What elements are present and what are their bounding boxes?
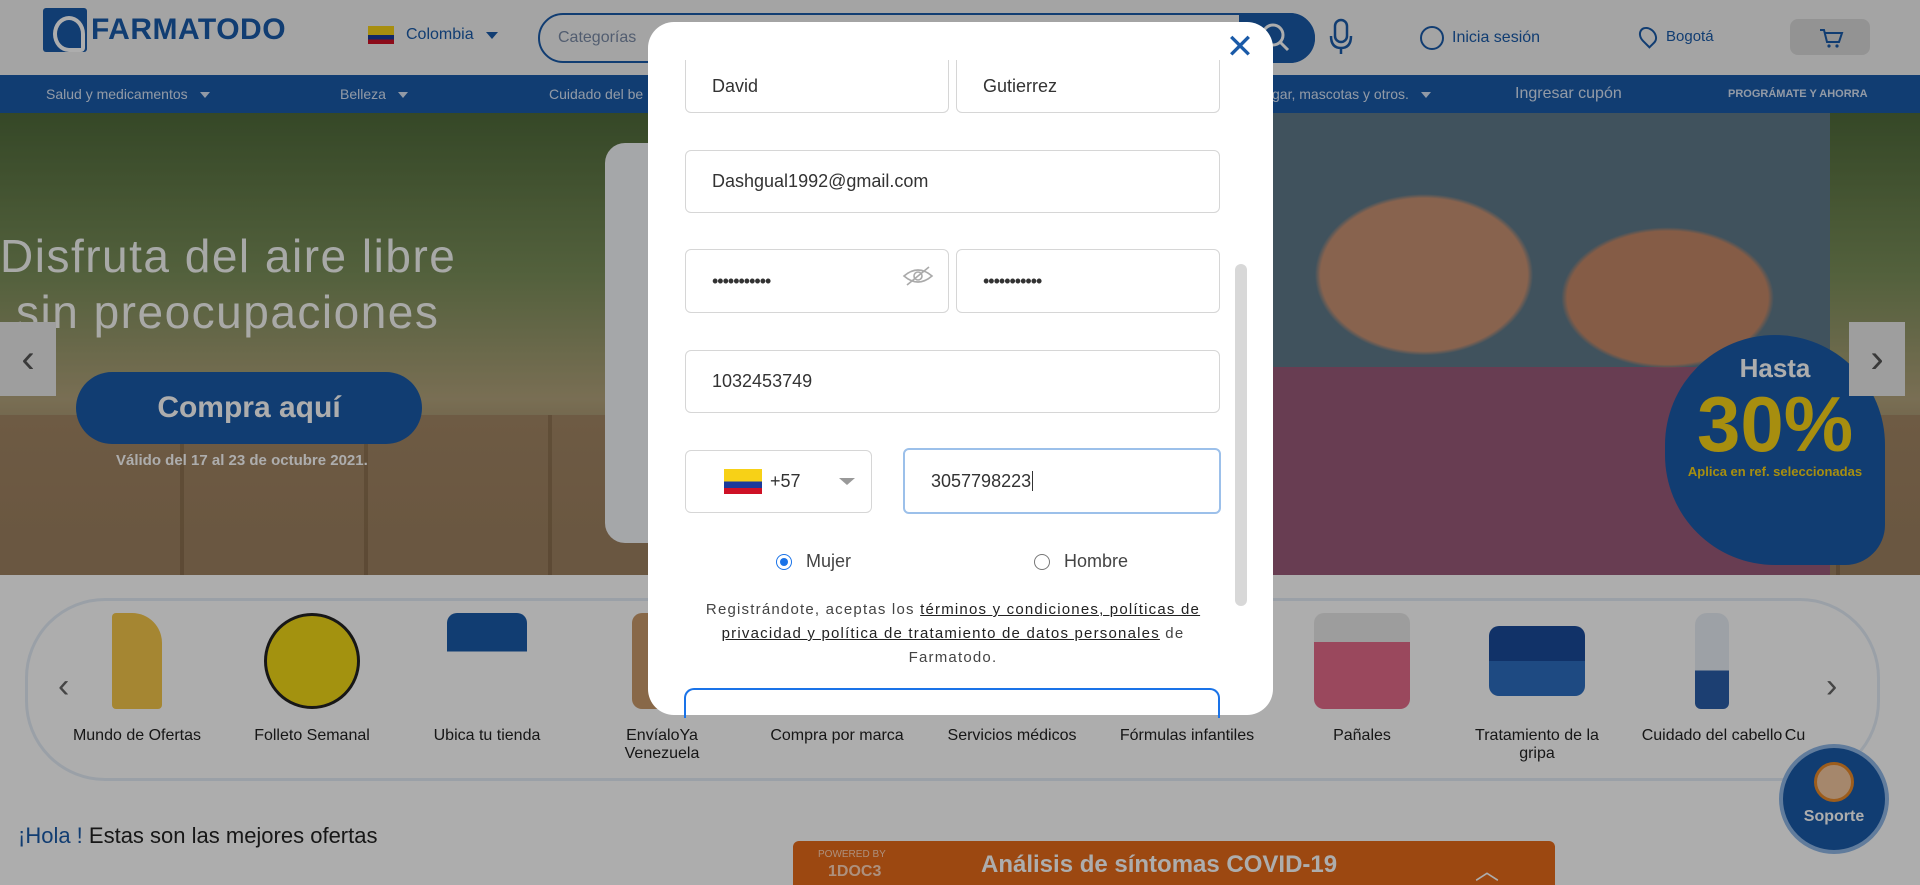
terms-text: Registrándote, aceptas los términos y co… [705, 601, 1201, 666]
document-number-field[interactable]: 1032453749 [685, 350, 1220, 413]
email-field[interactable]: Dashgual1992@gmail.com [685, 150, 1220, 213]
country-code-select[interactable]: +57 [685, 450, 872, 513]
eye-slash-icon[interactable] [902, 266, 934, 286]
gender-option-female[interactable]: Mujer [776, 551, 851, 572]
text-cursor [1032, 471, 1034, 491]
modal-scrollbar[interactable] [1235, 264, 1247, 606]
colombia-flag-icon [724, 469, 762, 494]
register-button[interactable] [684, 688, 1220, 718]
phone-field[interactable]: 3057798223 [903, 448, 1221, 514]
password-field[interactable]: ••••••••••• [685, 249, 949, 313]
radio-female[interactable] [776, 553, 792, 570]
gender-option-male[interactable]: Hombre [1034, 551, 1128, 572]
confirm-password-field[interactable]: ••••••••••• [956, 249, 1220, 313]
close-icon[interactable]: ✕ [1225, 30, 1255, 64]
gender-male-label: Hombre [1064, 551, 1129, 571]
radio-male[interactable] [1034, 553, 1050, 570]
chevron-down-icon [838, 478, 855, 485]
gender-female-label: Mujer [806, 551, 852, 571]
first-name-field[interactable]: David [685, 60, 949, 113]
password-mask: ••••••••••• [712, 270, 771, 291]
phone-value: 3057798223 [931, 470, 1032, 491]
dial-code: +57 [770, 471, 801, 491]
last-name-field[interactable]: Gutierrez [956, 60, 1220, 113]
